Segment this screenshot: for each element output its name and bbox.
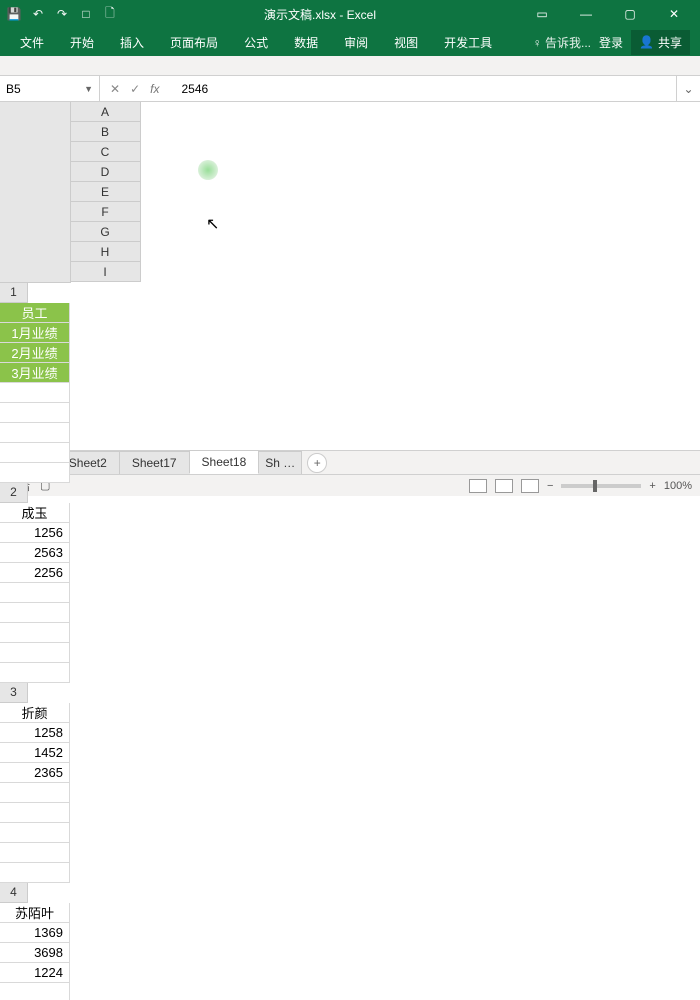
col-header-A[interactable]: A: [71, 102, 141, 122]
chevron-down-icon[interactable]: ▼: [84, 84, 93, 94]
sheet-tab-3[interactable]: Sh …: [258, 451, 302, 474]
row-header-3[interactable]: 3: [0, 683, 28, 703]
cell-F1[interactable]: [0, 403, 70, 423]
login-button[interactable]: 登录: [599, 34, 623, 51]
cell-B2[interactable]: 1256: [0, 523, 70, 543]
ribbon-options-icon[interactable]: ▭: [522, 0, 562, 28]
ribbon-tab-6[interactable]: 审阅: [334, 30, 378, 55]
ribbon-tab-1[interactable]: 开始: [60, 30, 104, 55]
zoom-in-icon[interactable]: +: [649, 480, 655, 492]
title-bar: 💾 ↶ ↷ □ 🗋 演示文稿.xlsx - Excel ▭ ― ▢ ✕: [0, 0, 700, 28]
cell-C2[interactable]: 2563: [0, 543, 70, 563]
cell-H3[interactable]: [0, 843, 70, 863]
share-icon: 👤: [639, 35, 654, 49]
formula-expand-icon[interactable]: ⌄: [676, 76, 700, 101]
cell-H1[interactable]: [0, 443, 70, 463]
ribbon-body: [0, 56, 700, 76]
share-button[interactable]: 👤共享: [631, 30, 690, 55]
window-title: 演示文稿.xlsx - Excel: [118, 6, 522, 23]
cell-A1[interactable]: 员工: [0, 303, 70, 323]
cell-H2[interactable]: [0, 643, 70, 663]
cell-C3[interactable]: 1452: [0, 743, 70, 763]
col-header-I[interactable]: I: [71, 262, 141, 282]
cell-D2[interactable]: 2256: [0, 563, 70, 583]
confirm-formula-icon[interactable]: ✓: [130, 82, 140, 96]
cell-G3[interactable]: [0, 823, 70, 843]
ribbon-tab-8[interactable]: 开发工具: [434, 30, 502, 55]
zoom-slider[interactable]: [561, 484, 641, 488]
tell-me[interactable]: ♀ 告诉我...: [533, 34, 591, 51]
cell-B1[interactable]: 1月业绩: [0, 323, 70, 343]
fx-icon[interactable]: fx: [150, 82, 159, 96]
col-header-G[interactable]: G: [71, 222, 141, 242]
name-box-value: B5: [6, 82, 21, 96]
row-header-4[interactable]: 4: [0, 883, 28, 903]
ribbon-tab-7[interactable]: 视图: [384, 30, 428, 55]
cell-F3[interactable]: [0, 803, 70, 823]
cancel-formula-icon[interactable]: ✕: [110, 82, 120, 96]
cell-E2[interactable]: [0, 583, 70, 603]
col-header-C[interactable]: C: [71, 142, 141, 162]
sheet-tab-2[interactable]: Sheet18: [189, 450, 260, 474]
cell-D3[interactable]: 2365: [0, 763, 70, 783]
col-header-D[interactable]: D: [71, 162, 141, 182]
redo-icon[interactable]: ↷: [54, 6, 70, 22]
cell-D1[interactable]: 3月业绩: [0, 363, 70, 383]
ribbon-tab-4[interactable]: 公式: [234, 30, 278, 55]
formula-input[interactable]: [173, 76, 676, 101]
zoom-out-icon[interactable]: −: [547, 480, 553, 492]
zoom-level[interactable]: 100%: [664, 480, 692, 492]
ribbon-tabs: 文件开始插入页面布局公式数据审阅视图开发工具 ♀ 告诉我... 登录 👤共享: [0, 28, 700, 56]
ribbon-tab-5[interactable]: 数据: [284, 30, 328, 55]
cell-E4[interactable]: [0, 983, 70, 1000]
add-sheet-button[interactable]: +: [307, 453, 327, 473]
cell-G1[interactable]: [0, 423, 70, 443]
ribbon-tab-0[interactable]: 文件: [10, 30, 54, 55]
view-normal-icon[interactable]: [469, 479, 487, 493]
maximize-icon[interactable]: ▢: [610, 0, 650, 28]
grid[interactable]: ABCDEFGHI1员工1月业绩2月业绩3月业绩2成玉1256256322563…: [0, 102, 700, 450]
cell-E1[interactable]: [0, 383, 70, 403]
undo-icon[interactable]: ↶: [30, 6, 46, 22]
cell-C1[interactable]: 2月业绩: [0, 343, 70, 363]
cell-G2[interactable]: [0, 623, 70, 643]
name-box[interactable]: B5 ▼: [0, 76, 100, 101]
cell-D4[interactable]: 1224: [0, 963, 70, 983]
col-header-E[interactable]: E: [71, 182, 141, 202]
cell-I1[interactable]: [0, 463, 70, 483]
open-icon[interactable]: 🗋: [102, 6, 118, 22]
formula-bar: B5 ▼ ✕ ✓ fx ⌄: [0, 76, 700, 102]
row-header-1[interactable]: 1: [0, 283, 28, 303]
view-break-icon[interactable]: [521, 479, 539, 493]
cell-I3[interactable]: [0, 863, 70, 883]
mouse-cursor: ↖: [206, 214, 219, 234]
col-header-B[interactable]: B: [71, 122, 141, 142]
ribbon-tab-2[interactable]: 插入: [110, 30, 154, 55]
cell-A4[interactable]: 苏陌叶: [0, 903, 70, 923]
cell-A2[interactable]: 成玉: [0, 503, 70, 523]
ribbon-tab-3[interactable]: 页面布局: [160, 30, 228, 55]
minimize-icon[interactable]: ―: [566, 0, 606, 28]
close-icon[interactable]: ✕: [654, 0, 694, 28]
new-icon[interactable]: □: [78, 6, 94, 22]
cell-I2[interactable]: [0, 663, 70, 683]
cell-E3[interactable]: [0, 783, 70, 803]
save-icon[interactable]: 💾: [6, 6, 22, 22]
cell-F2[interactable]: [0, 603, 70, 623]
cell-B4[interactable]: 1369: [0, 923, 70, 943]
cell-C4[interactable]: 3698: [0, 943, 70, 963]
col-header-H[interactable]: H: [71, 242, 141, 262]
cell-A3[interactable]: 折颜: [0, 703, 70, 723]
cell-B3[interactable]: 1258: [0, 723, 70, 743]
col-header-F[interactable]: F: [71, 202, 141, 222]
view-layout-icon[interactable]: [495, 479, 513, 493]
